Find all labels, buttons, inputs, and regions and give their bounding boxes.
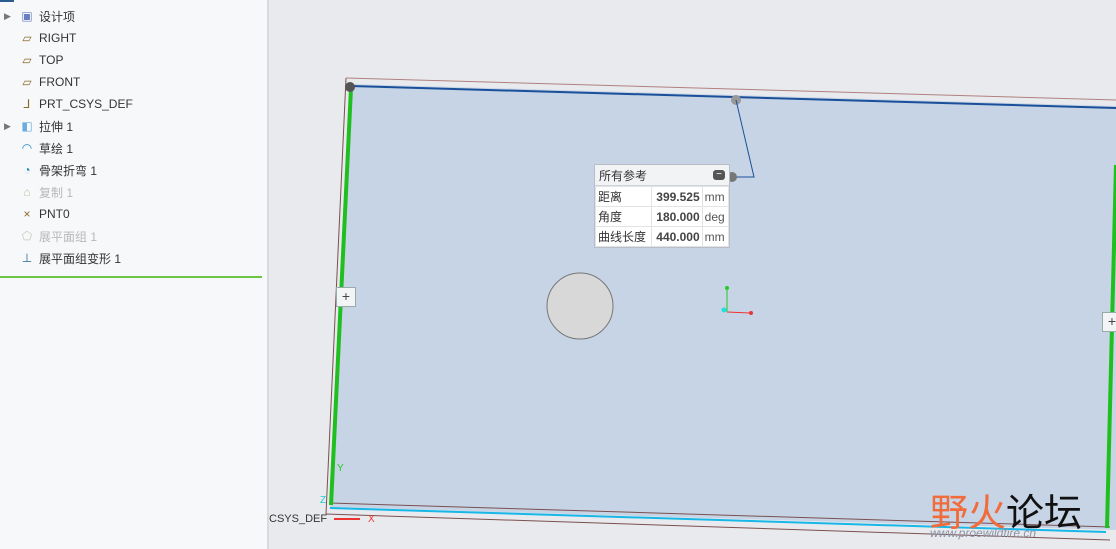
ref-label: 距离 xyxy=(595,186,652,207)
expand-arrow-icon[interactable]: ▶ xyxy=(4,11,14,22)
expand-arrow-icon[interactable]: ▶ xyxy=(4,121,14,132)
tree-top-bar xyxy=(0,0,14,2)
panel-title: 所有参考 xyxy=(599,168,648,183)
expand-handle-left[interactable]: + xyxy=(336,287,356,307)
tree-item-label: 拉伸 1 xyxy=(39,119,74,134)
model-tree: ▶ ▣ 设计项 ▱ RIGHT ▱ TOP ▱ FRONT ⅃ PRT_CSYS_DEF ▶ ◧ 拉伸 1… xyxy=(0,0,269,549)
tree-item-label: 设计项 xyxy=(39,9,76,24)
ref-label: 角度 xyxy=(595,206,652,227)
watermark-url: www.proewildfire.cn xyxy=(930,526,1037,540)
tree-item[interactable]: ⌂ 复制 1 xyxy=(0,181,262,203)
flattened-surface xyxy=(330,84,1116,530)
ref-unit: deg xyxy=(701,206,730,227)
ref-value[interactable]: 399.525 xyxy=(650,186,703,207)
spinal-bend-icon: ◔ xyxy=(23,163,31,177)
sketch-icon: ◠ xyxy=(21,141,33,155)
datum-plane-icon: ▱ xyxy=(22,53,32,67)
tree-item-label: PRT_CSYS_DEF xyxy=(39,97,133,111)
tree-item[interactable]: × PNT0 xyxy=(0,203,262,225)
csys-icon: ⅃ xyxy=(23,97,31,111)
tree-item[interactable]: ⊥ 展平面组变形 1 xyxy=(0,247,262,269)
ref-unit: mm xyxy=(701,226,730,247)
tree-item-label: FRONT xyxy=(39,75,81,89)
ref-value[interactable]: 440.000 xyxy=(650,226,703,247)
flatten-quilt-icon: ⬠ xyxy=(21,229,33,243)
reference-row: 距离 399.525 mm xyxy=(595,186,730,207)
flatten-deform-icon: ⊥ xyxy=(21,251,33,265)
datum-point-icon: × xyxy=(23,207,31,221)
tree-item[interactable]: ◠ 草绘 1 xyxy=(0,137,262,159)
tree-item-label: 复制 1 xyxy=(39,185,74,200)
tree-item[interactable]: ⬠ 展平面组 1 xyxy=(0,225,262,247)
copy-icon: ⌂ xyxy=(23,185,31,199)
axis-y-label: Y xyxy=(337,463,344,474)
datum-plane-icon: ▱ xyxy=(22,75,32,89)
collapse-icon[interactable]: − xyxy=(713,170,725,180)
tree-item-label: PNT0 xyxy=(39,207,70,221)
all-references-panel: 所有参考 − 距离 399.525 mm 角度 180.000 deg 曲线长度 440.000… xyxy=(594,164,730,248)
tree-item-label: 展平面组 1 xyxy=(39,229,98,244)
tree-item[interactable]: ◔ 骨架折弯 1 xyxy=(0,159,262,181)
reference-row: 曲线长度 440.000 mm xyxy=(595,226,730,247)
tree-item-label: RIGHT xyxy=(39,31,77,45)
axis-z-label: Z xyxy=(320,495,327,506)
tree-item-label: 骨架折弯 1 xyxy=(39,163,98,178)
tree-item-label: 展平面组变形 1 xyxy=(39,251,122,266)
extrude-icon: ◧ xyxy=(21,119,33,133)
tree-item[interactable]: ▱ RIGHT xyxy=(0,27,262,49)
ref-unit: mm xyxy=(701,186,730,207)
tree-item[interactable]: ▶ ◧ 拉伸 1 xyxy=(0,115,262,137)
expand-handle-right[interactable]: + xyxy=(1102,312,1116,332)
tree-item[interactable]: ▶ ▣ 设计项 xyxy=(0,5,262,27)
design-items-icon: ▣ xyxy=(21,9,33,23)
ref-value[interactable]: 180.000 xyxy=(650,206,703,227)
tree-item[interactable]: ▱ TOP xyxy=(0,49,262,71)
csys-label: CSYS_DEF xyxy=(269,513,328,525)
tree-item[interactable]: ⅃ PRT_CSYS_DEF xyxy=(0,93,262,115)
tree-item-label: TOP xyxy=(39,53,64,67)
graphics-viewport[interactable] xyxy=(269,0,1116,549)
tree-item[interactable]: ▱ FRONT xyxy=(0,71,262,93)
reference-row: 角度 180.000 deg xyxy=(595,206,730,227)
hole xyxy=(546,272,614,340)
axis-x-label: X xyxy=(368,514,375,525)
tree-item-label: 草绘 1 xyxy=(39,141,74,156)
ref-label: 曲线长度 xyxy=(595,226,652,247)
insert-indicator[interactable] xyxy=(0,276,262,278)
datum-plane-icon: ▱ xyxy=(22,31,32,45)
